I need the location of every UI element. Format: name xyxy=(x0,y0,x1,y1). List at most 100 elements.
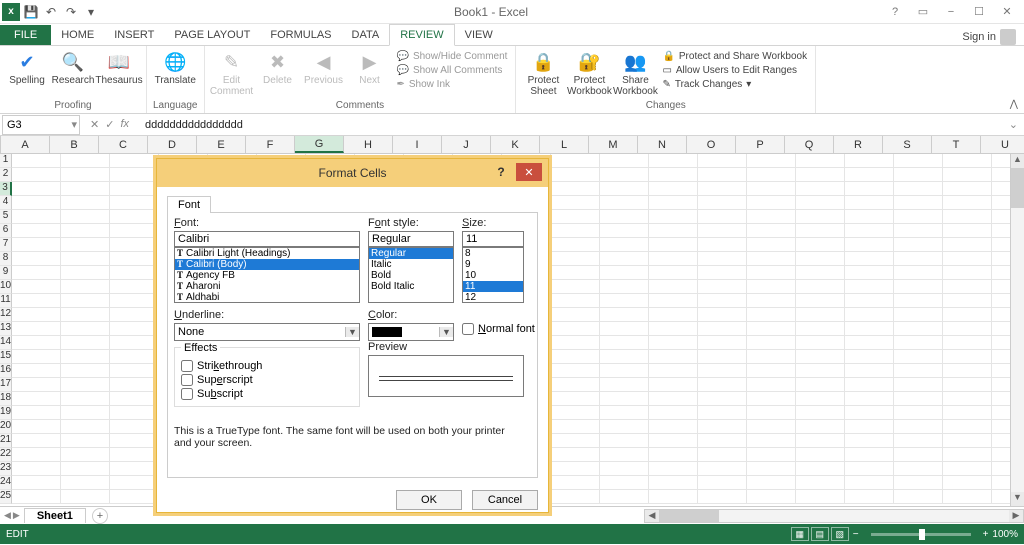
row-header-12[interactable]: 12 xyxy=(0,308,12,322)
vscroll-thumb[interactable] xyxy=(1011,168,1024,208)
col-header-S[interactable]: S xyxy=(883,136,932,153)
zoom-slider[interactable] xyxy=(871,533,971,536)
list-item[interactable]: TCalibri (Body) xyxy=(175,259,359,270)
redo-button[interactable]: ↷ xyxy=(62,3,80,21)
font-list[interactable]: TCalibri Light (Headings)TCalibri (Body)… xyxy=(174,247,360,303)
sheet-tab[interactable]: Sheet1 xyxy=(24,508,86,523)
col-header-J[interactable]: J xyxy=(442,136,491,153)
list-item[interactable]: 8 xyxy=(463,248,523,259)
show-hide-comment-button[interactable]: 💬Show/Hide Comment xyxy=(395,50,510,63)
row-header-17[interactable]: 17 xyxy=(0,378,12,392)
save-button[interactable]: 💾 xyxy=(22,3,40,21)
col-header-I[interactable]: I xyxy=(393,136,442,153)
size-input[interactable] xyxy=(462,231,524,247)
translate-button[interactable]: 🌐Translate xyxy=(154,48,196,87)
underline-select[interactable]: None▼ xyxy=(174,323,360,341)
hscroll-thumb[interactable] xyxy=(659,510,719,522)
row-header-22[interactable]: 22 xyxy=(0,448,12,462)
scroll-right-icon[interactable]: ▶ xyxy=(1009,510,1023,522)
protect-share-button[interactable]: 🔒Protect and Share Workbook xyxy=(660,50,809,63)
list-item[interactable]: TAharoni xyxy=(175,281,359,292)
maximize-button[interactable]: ☐ xyxy=(966,3,992,21)
list-item[interactable]: TAgency FB xyxy=(175,270,359,281)
col-header-E[interactable]: E xyxy=(197,136,246,153)
protect-sheet-button[interactable]: 🔒Protect Sheet xyxy=(522,48,564,97)
col-header-F[interactable]: F xyxy=(246,136,295,153)
strikethrough-checkbox[interactable]: Strikethrough xyxy=(181,360,353,372)
protect-workbook-button[interactable]: 🔐Protect Workbook xyxy=(568,48,610,97)
col-header-A[interactable]: A xyxy=(1,136,50,153)
sheet-nav-next-icon[interactable]: ▶ xyxy=(13,510,20,521)
tab-pagelayout[interactable]: PAGE LAYOUT xyxy=(164,25,260,45)
list-item[interactable]: TAldhabi xyxy=(175,292,359,303)
tab-data[interactable]: DATA xyxy=(342,25,390,45)
row-header-13[interactable]: 13 xyxy=(0,322,12,336)
row-header-19[interactable]: 19 xyxy=(0,406,12,420)
row-header-3[interactable]: 3 xyxy=(0,182,12,196)
row-header-15[interactable]: 15 xyxy=(0,350,12,364)
qat-customize-icon[interactable]: ▾ xyxy=(82,3,100,21)
spelling-button[interactable]: ✔Spelling xyxy=(6,48,48,87)
delete-comment-button[interactable]: ✖Delete xyxy=(257,48,299,87)
list-item[interactable]: Italic xyxy=(369,259,453,270)
next-comment-button[interactable]: ▶Next xyxy=(349,48,391,87)
col-header-D[interactable]: D xyxy=(148,136,197,153)
size-list[interactable]: 8910111214 xyxy=(462,247,524,303)
row-header-18[interactable]: 18 xyxy=(0,392,12,406)
row-header-7[interactable]: 7 xyxy=(0,238,12,252)
col-header-L[interactable]: L xyxy=(540,136,589,153)
col-header-G[interactable]: G xyxy=(295,136,344,153)
list-item[interactable]: Regular xyxy=(369,248,453,259)
row-header-9[interactable]: 9 xyxy=(0,266,12,280)
formula-accept-button[interactable]: ✓ xyxy=(105,118,114,131)
row-header-16[interactable]: 16 xyxy=(0,364,12,378)
edit-comment-button[interactable]: ✎Edit Comment xyxy=(211,48,253,97)
show-all-comments-button[interactable]: 💬Show All Comments xyxy=(395,64,510,77)
normal-view-button[interactable]: ▦ xyxy=(791,527,809,541)
col-header-N[interactable]: N xyxy=(638,136,687,153)
name-box-dropdown-icon[interactable]: ▾ xyxy=(71,118,79,131)
col-header-M[interactable]: M xyxy=(589,136,638,153)
dialog-tab-font[interactable]: Font xyxy=(167,196,211,213)
dialog-titlebar[interactable]: Format Cells ? ✕ xyxy=(157,159,548,187)
row-header-4[interactable]: 4 xyxy=(0,196,12,210)
row-header-20[interactable]: 20 xyxy=(0,420,12,434)
dialog-help-button[interactable]: ? xyxy=(490,163,512,181)
list-item[interactable]: 12 xyxy=(463,292,523,303)
formula-cancel-button[interactable]: ✕ xyxy=(90,118,99,131)
show-ink-button[interactable]: ✒Show Ink xyxy=(395,78,510,91)
list-item[interactable]: Bold Italic xyxy=(369,281,453,292)
zoom-thumb[interactable] xyxy=(919,529,925,540)
research-button[interactable]: 🔍Research xyxy=(52,48,94,87)
formula-input[interactable]: dddddddddddddddd xyxy=(139,119,1003,131)
page-layout-view-button[interactable]: ▤ xyxy=(811,527,829,541)
vertical-scrollbar[interactable]: ▲ ▼ xyxy=(1010,154,1024,506)
row-header-24[interactable]: 24 xyxy=(0,476,12,490)
thesaurus-button[interactable]: 📖Thesaurus xyxy=(98,48,140,87)
col-header-O[interactable]: O xyxy=(687,136,736,153)
col-header-U[interactable]: U xyxy=(981,136,1024,153)
tab-formulas[interactable]: FORMULAS xyxy=(260,25,341,45)
list-item[interactable]: 10 xyxy=(463,270,523,281)
undo-button[interactable]: ↶ xyxy=(42,3,60,21)
row-header-2[interactable]: 2 xyxy=(0,168,12,182)
close-button[interactable]: ✕ xyxy=(994,3,1020,21)
tab-file[interactable]: FILE xyxy=(0,25,51,45)
row-header-21[interactable]: 21 xyxy=(0,434,12,448)
scroll-left-icon[interactable]: ◀ xyxy=(645,510,659,522)
tab-insert[interactable]: INSERT xyxy=(104,25,164,45)
list-item[interactable]: Bold xyxy=(369,270,453,281)
font-style-list[interactable]: RegularItalicBoldBold Italic xyxy=(368,247,454,303)
tab-view[interactable]: VIEW xyxy=(455,25,503,45)
col-header-C[interactable]: C xyxy=(99,136,148,153)
row-header-14[interactable]: 14 xyxy=(0,336,12,350)
ribbon-help-button[interactable]: ? xyxy=(882,3,908,21)
track-changes-button[interactable]: ✎Track Changes ▾ xyxy=(660,78,809,91)
col-header-B[interactable]: B xyxy=(50,136,99,153)
list-item[interactable]: TCalibri Light (Headings) xyxy=(175,248,359,259)
minimize-button[interactable]: − xyxy=(938,3,964,21)
sign-in[interactable]: Sign in xyxy=(962,29,1024,45)
tab-review[interactable]: REVIEW xyxy=(389,24,454,46)
scroll-down-icon[interactable]: ▼ xyxy=(1011,492,1024,506)
add-sheet-button[interactable]: + xyxy=(92,508,108,524)
